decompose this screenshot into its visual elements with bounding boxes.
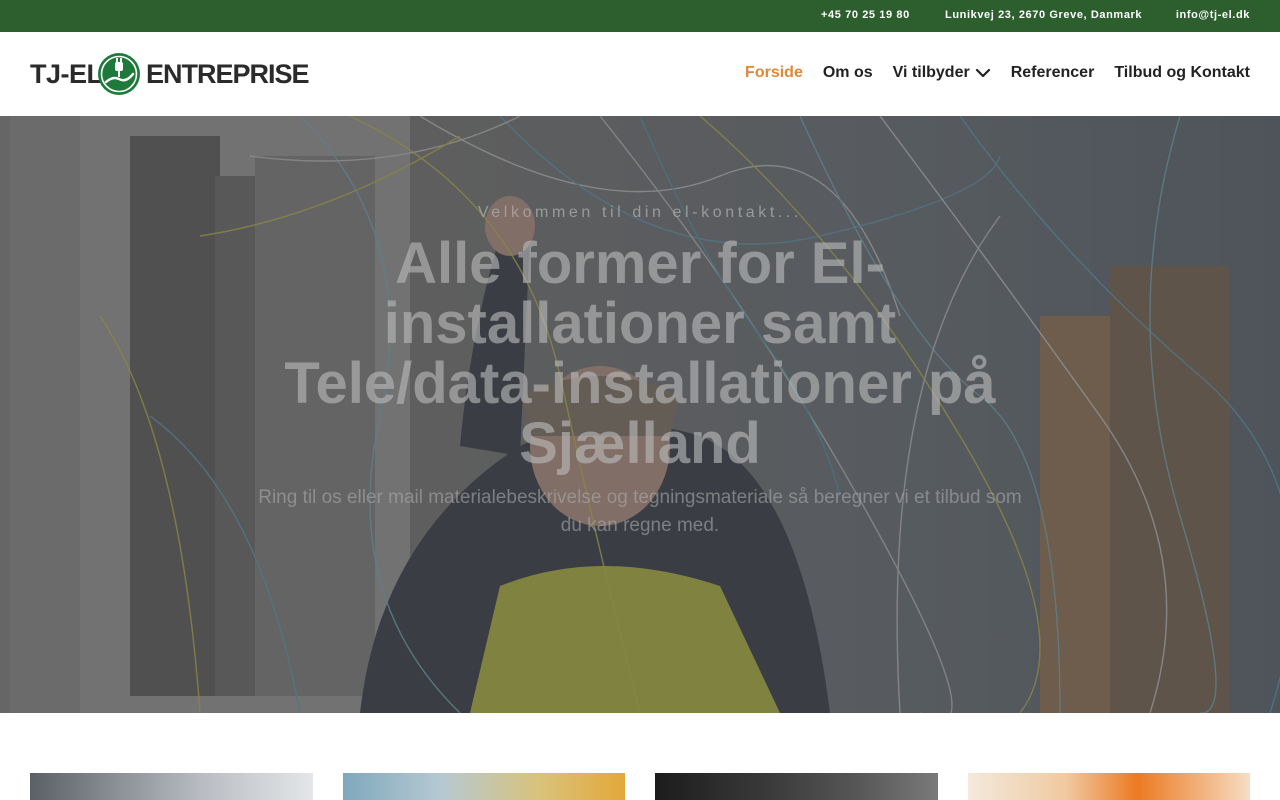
logo-text-left: TJ-EL (30, 59, 103, 89)
nav-item-vi-tilbyder-label: Vi tilbyder (892, 64, 970, 81)
top-contact-bar: +45 70 25 19 80 Lunikvej 23, 2670 Greve,… (0, 0, 1280, 32)
service-card-image[interactable] (343, 773, 625, 800)
topbar-address: Lunikvej 23, 2670 Greve, Danmark (945, 9, 1143, 21)
site-logo[interactable]: TJ-EL ENTREPRISE (30, 51, 310, 97)
nav-item-tilbud-og-kontakt[interactable]: Tilbud og Kontakt (1114, 64, 1250, 82)
hero-subtitle: Ring til os eller mail materialebeskrive… (258, 487, 1022, 536)
plug-emblem-icon (98, 53, 140, 95)
nav-item-om-os[interactable]: Om os (823, 64, 873, 82)
nav-item-forside[interactable]: Forside (745, 64, 803, 82)
main-navigation: Forside Om os Vi tilbyder Referencer Til… (745, 64, 1250, 82)
hero-banner: Velkommen til din el-kontakt... Alle for… (0, 116, 1280, 713)
service-card-image[interactable] (655, 773, 938, 800)
topbar-phone-link[interactable]: +45 70 25 19 80 (821, 9, 910, 21)
service-card-image[interactable] (30, 773, 313, 800)
chevron-down-icon (975, 68, 990, 78)
service-cards (0, 713, 1280, 800)
nav-item-referencer[interactable]: Referencer (1011, 64, 1095, 82)
logo-text-right: ENTREPRISE (146, 59, 310, 89)
service-card-image[interactable] (968, 773, 1250, 800)
site-header: TJ-EL ENTREPRISE Forside Om os Vi tilbyd… (0, 32, 1280, 116)
topbar-email-link[interactable]: info@tj-el.dk (1176, 9, 1250, 21)
hero-headline: Alle former for El-installationer samt T… (284, 231, 996, 476)
nav-item-vi-tilbyder[interactable]: Vi tilbyder (893, 64, 991, 82)
hero-eyebrow: Velkommen til din el-kontakt... (477, 204, 803, 221)
